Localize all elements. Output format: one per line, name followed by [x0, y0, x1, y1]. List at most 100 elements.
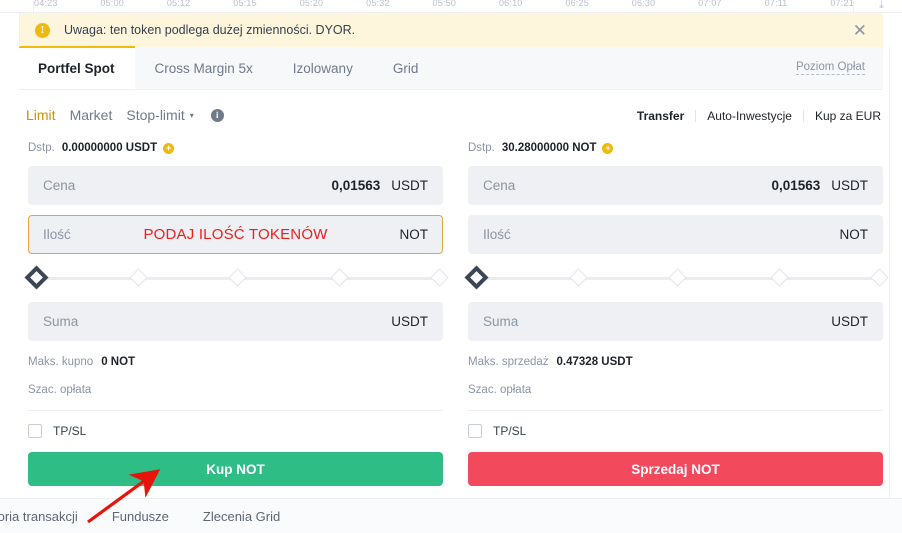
slider-stop-100[interactable] — [869, 268, 889, 287]
slider-stop-25[interactable] — [569, 268, 588, 287]
order-type-selector: Limit Market Stop-limit ▾ i — [26, 107, 224, 123]
axis-tick: 07:11 — [764, 0, 788, 8]
add-funds-icon[interactable]: + — [602, 142, 614, 154]
tab-izolowany[interactable]: Izolowany — [273, 47, 373, 89]
panel-right-rail-mid — [889, 90, 890, 388]
est-fee-label: Szac. opłata — [468, 383, 532, 396]
sell-amount-slider[interactable] — [464, 264, 889, 292]
add-funds-icon[interactable]: + — [163, 142, 175, 154]
footer-tab-zlecenia-grid[interactable]: Zlecenia Grid — [186, 509, 297, 524]
link-transfer[interactable]: Transfer — [626, 109, 695, 123]
buy-amount-field[interactable]: Ilość PODAJ ILOŚĆ TOKENÓW NOT — [28, 215, 443, 254]
link-auto-invest[interactable]: Auto-Inwestycje — [696, 109, 803, 123]
tab-portfel-spot[interactable]: Portfel Spot — [19, 46, 135, 89]
sell-amount-field[interactable]: Ilość NOT — [468, 215, 883, 254]
total-label: Suma — [483, 314, 519, 329]
order-type-stop-limit[interactable]: Stop-limit — [126, 107, 184, 123]
slider-stop-75[interactable] — [330, 268, 349, 287]
price-unit: USDT — [831, 178, 868, 193]
amount-label: Ilość — [483, 227, 511, 242]
footer-tab-fundusze[interactable]: Fundusze — [95, 509, 186, 524]
tab-grid[interactable]: Grid — [373, 47, 439, 89]
tpsl-checkbox[interactable] — [28, 424, 42, 438]
sell-total-field[interactable]: Suma USDT — [468, 302, 883, 341]
axis-tick: 04:23 — [34, 0, 58, 8]
buy-amount-slider[interactable] — [24, 264, 449, 292]
slider-stop-100[interactable] — [429, 268, 449, 287]
buy-tpsl-row[interactable]: TP/SL — [28, 424, 443, 438]
sell-tpsl-row[interactable]: TP/SL — [468, 424, 883, 438]
tab-label: Grid — [392, 60, 419, 76]
max-sell-label: Maks. sprzedaż — [468, 355, 549, 368]
axis-tick: 06:10 — [498, 0, 523, 8]
buy-total-field[interactable]: Suma USDT — [28, 302, 443, 341]
amount-label: Ilość — [43, 227, 71, 242]
available-label: Dstp. — [468, 142, 495, 154]
axis-tick: 07:07 — [698, 0, 722, 8]
buy-price-field[interactable]: Cena 0,01563 USDT — [28, 166, 443, 205]
link-buy-with-eur[interactable]: Kup za EUR — [804, 109, 881, 123]
chart-axis-ticks: 04:23 05:00 05:12 05:15 05:20 05:32 05:5… — [34, 0, 854, 12]
footer-tab-transaction-history[interactable]: toria transakcji — [0, 509, 95, 524]
total-unit: USDT — [831, 314, 868, 329]
trading-order-panel: 04:23 05:00 05:12 05:15 05:20 05:32 05:5… — [0, 0, 902, 533]
order-type-market[interactable]: Market — [70, 107, 113, 123]
slider-handle[interactable] — [464, 265, 489, 290]
panel-right-rail-bottom — [889, 388, 890, 498]
chevron-down-icon[interactable]: ▾ — [190, 111, 194, 120]
buy-available-balance: Dstp. 0.00000000 USDT + — [28, 140, 443, 156]
buy-order-form: Dstp. 0.00000000 USDT + Cena 0,01563 USD… — [24, 140, 449, 486]
buy-button-label: Kup NOT — [206, 461, 265, 477]
buy-button[interactable]: Kup NOT — [28, 452, 443, 486]
max-buy-value: 0 NOT — [101, 355, 136, 368]
axis-tick: 06:30 — [631, 0, 656, 8]
slider-stop-50[interactable] — [228, 268, 248, 287]
tab-cross-margin[interactable]: Cross Margin 5x — [135, 47, 273, 89]
total-label: Suma — [43, 314, 79, 329]
sell-price-field[interactable]: Cena 0,01563 USDT — [468, 166, 883, 205]
buy-max-row: Maks. kupno 0 NOT — [28, 354, 443, 369]
bottom-tabs: toria transakcji Fundusze Zlecenia Grid — [0, 498, 902, 533]
slider-stop-25[interactable] — [129, 268, 148, 287]
quick-action-links: Transfer Auto-Inwestycje Kup za EUR — [626, 109, 881, 123]
warning-banner-text: Uwaga: ten token podlega dużej zmiennośc… — [64, 23, 356, 37]
price-unit: USDT — [391, 178, 428, 193]
tpsl-label: TP/SL — [493, 424, 527, 438]
slider-stop-50[interactable] — [668, 268, 688, 287]
slider-stop-75[interactable] — [770, 268, 789, 287]
close-icon[interactable]: ✕ — [849, 20, 871, 41]
max-buy-label: Maks. kupno — [28, 355, 94, 368]
sell-divider — [468, 410, 883, 411]
amount-unit: NOT — [839, 227, 869, 242]
fee-level-link[interactable]: Poziom Opłat — [795, 47, 883, 89]
warning-banner: ! Uwaga: ten token podlega dużej zmienno… — [19, 13, 883, 47]
sell-button-label: Sprzedaj NOT — [631, 461, 720, 477]
tabs-spacer — [438, 47, 796, 89]
warning-exclamation-icon: ! — [35, 22, 50, 38]
available-value: 0.00000000 USDT — [61, 142, 158, 154]
slider-handle[interactable] — [24, 265, 49, 290]
fee-level-label: Poziom Opłat — [795, 61, 865, 75]
tab-label: Izolowany — [292, 60, 353, 76]
axis-tick: 05:15 — [233, 0, 257, 8]
axis-tick: 06:25 — [565, 0, 589, 8]
panel-left-rail — [19, 13, 20, 47]
info-icon[interactable]: i — [210, 108, 224, 122]
tpsl-checkbox[interactable] — [468, 424, 482, 438]
amount-annotation-text: PODAJ ILOŚĆ TOKENÓW — [143, 226, 328, 243]
sell-button[interactable]: Sprzedaj NOT — [468, 452, 883, 486]
price-value: 0,01563 — [331, 178, 381, 193]
download-icon[interactable]: ⤓ — [879, 0, 884, 12]
sell-available-balance: Dstp. 30.28000000 NOT + — [468, 140, 883, 156]
chart-axis-divider — [853, 0, 854, 12]
sell-fee-row: Szac. opłata — [468, 382, 883, 397]
tab-label: Portfel Spot — [38, 61, 115, 76]
amount-unit: NOT — [399, 227, 429, 242]
wallet-mode-tabs: Portfel Spot Cross Margin 5x Izolowany G… — [19, 46, 883, 90]
buy-divider — [28, 410, 443, 411]
sell-order-form: Dstp. 30.28000000 NOT + Cena 0,01563 USD… — [464, 140, 889, 486]
available-label: Dstp. — [28, 142, 55, 154]
axis-tick: 05:20 — [299, 0, 324, 8]
est-fee-label: Szac. opłata — [28, 383, 92, 396]
order-type-limit[interactable]: Limit — [26, 107, 56, 123]
